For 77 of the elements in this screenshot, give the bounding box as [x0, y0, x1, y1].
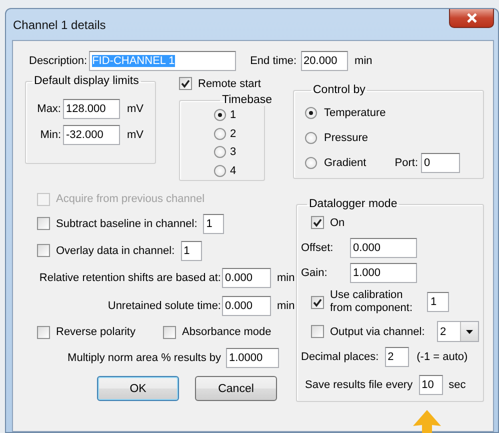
close-button[interactable]: [449, 9, 494, 28]
checkbox-label: Absorbance mode: [182, 326, 272, 338]
radio-button[interactable]: [214, 109, 226, 122]
field-label: Relative retention shifts are based at:: [38, 272, 221, 284]
input-field[interactable]: -32.000: [63, 125, 120, 145]
unit-label: min: [277, 272, 295, 284]
dropdown-value: 2: [440, 326, 446, 338]
radio-label: 1: [230, 109, 236, 122]
checkbox[interactable]: [37, 244, 50, 257]
unit-label: min: [354, 55, 372, 67]
checkbox[interactable]: [311, 216, 324, 229]
unit-label: mV: [127, 129, 142, 141]
unit-label: min: [277, 300, 295, 312]
checkbox[interactable]: [37, 326, 50, 338]
field-label: Unretained solute time:: [106, 300, 221, 312]
field-label: Decimal places:: [301, 350, 379, 362]
input-field[interactable]: 128.000: [63, 99, 120, 119]
group-title: Default display limits: [33, 75, 140, 87]
group-title: Control by: [312, 84, 366, 96]
input-field[interactable]: 0.000: [222, 296, 271, 316]
field-label: Description:: [29, 55, 88, 67]
checkbox[interactable]: [163, 326, 176, 338]
unit-label: mV: [127, 103, 142, 115]
group-title: Datalogger mode: [308, 198, 398, 210]
input-field[interactable]: 1.0000: [226, 348, 279, 368]
close-icon: [466, 13, 478, 23]
checkbox[interactable]: [311, 296, 324, 308]
input-field[interactable]: 1.000: [350, 262, 417, 282]
field-label: Multiply norm area % results by: [66, 352, 221, 364]
input-field[interactable]: 20.000: [300, 51, 348, 71]
input-field[interactable]: 0: [421, 152, 460, 172]
checkbox-label: Overlay data in channel:: [56, 244, 175, 256]
checkbox-label: Subtract baseline in channel:: [56, 218, 198, 230]
checkbox-label: Output via channel:: [330, 326, 425, 338]
input-field[interactable]: 1: [180, 240, 202, 260]
checkbox[interactable]: [311, 325, 324, 338]
checkbox-label: Acquire from previous channel: [56, 193, 205, 205]
checkbox[interactable]: [37, 217, 50, 230]
checkbox[interactable]: [179, 77, 192, 90]
input-field[interactable]: 0.000: [350, 238, 417, 258]
input-field[interactable]: 1: [427, 292, 449, 312]
input-field[interactable]: 0.000: [222, 268, 271, 288]
radio-label: Temperature: [324, 106, 386, 118]
radio-button[interactable]: [214, 146, 226, 158]
window-title: Channel 1 details: [13, 18, 106, 32]
radio-label: 4: [230, 164, 236, 177]
group-title: Timebase: [221, 94, 274, 106]
ok-button[interactable]: OK: [97, 376, 179, 401]
radio-button[interactable]: [305, 106, 317, 118]
field-label: Save results file every: [305, 378, 413, 390]
input-field[interactable]: 1: [203, 214, 224, 234]
checkbox-label: Reverse polarity: [56, 326, 136, 338]
field-label: Gain:: [301, 266, 328, 278]
dropdown[interactable]: 2: [437, 321, 479, 342]
hint-text: (-1 = auto): [416, 350, 468, 362]
field-label: End time:: [250, 55, 297, 67]
caret-icon: [466, 330, 473, 334]
checkbox-label: Remote start: [198, 78, 261, 90]
checkbox-label: Use calibration from component:: [330, 289, 414, 315]
radio-label: 3: [230, 146, 236, 158]
field-label: Offset:: [301, 242, 334, 254]
field-label: Max:: [37, 103, 61, 115]
radio-button[interactable]: [305, 156, 317, 168]
radio-button[interactable]: [214, 164, 226, 177]
input-field[interactable]: 2: [384, 346, 409, 366]
arrow-icon: [412, 410, 442, 433]
radio-label: 2: [230, 128, 236, 140]
cancel-button[interactable]: Cancel: [195, 376, 277, 401]
checkbox-label: On: [330, 216, 345, 228]
radio-label: Gradient: [324, 156, 366, 168]
field-label: Min:: [40, 129, 61, 141]
input-field[interactable]: 10: [418, 374, 443, 394]
radio-label: Pressure: [324, 132, 368, 144]
radio-button[interactable]: [305, 132, 317, 144]
unit-label: sec: [448, 378, 466, 390]
field-label: Port:: [394, 156, 418, 168]
radio-button[interactable]: [214, 128, 226, 140]
